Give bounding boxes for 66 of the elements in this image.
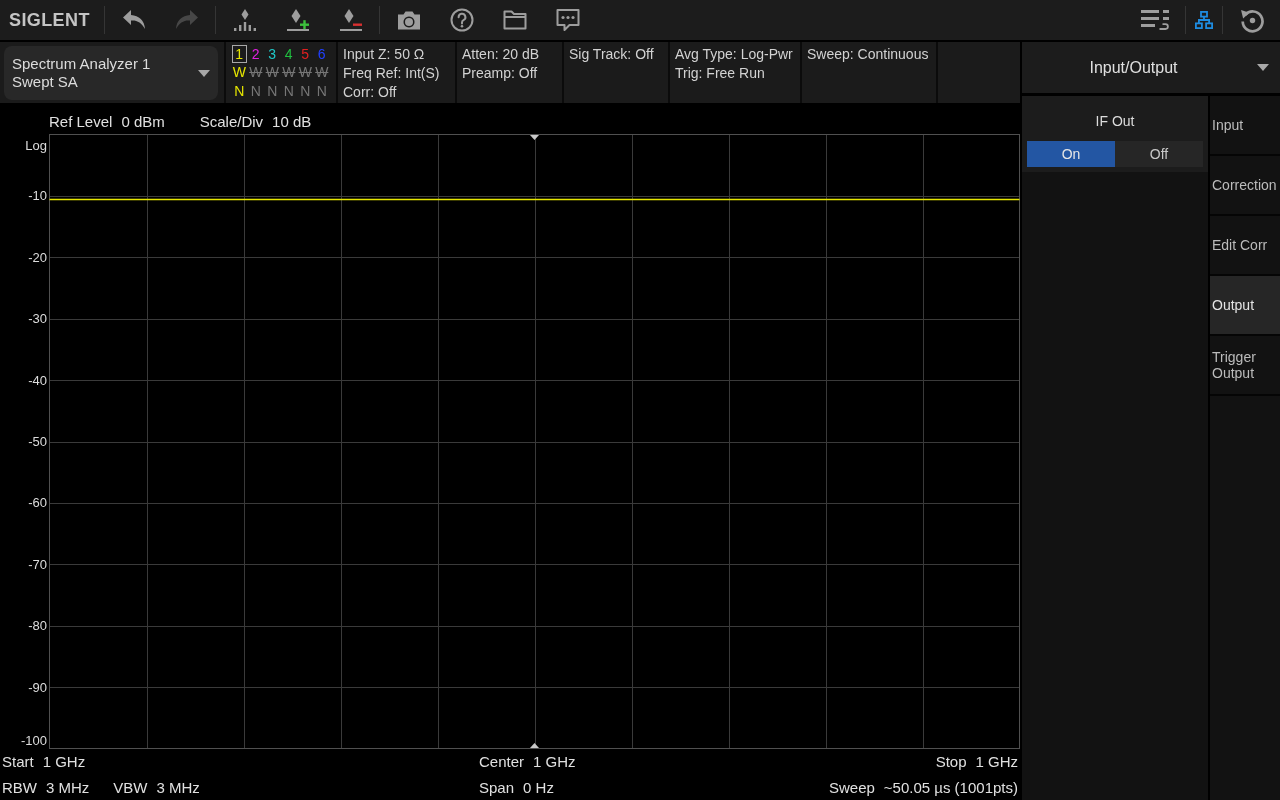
caret-icon xyxy=(198,69,210,77)
trace-number[interactable]: 1 xyxy=(231,44,247,63)
status-text: Avg Type: Log-Pwr xyxy=(675,45,794,64)
readout-value: 0 Hz xyxy=(523,778,554,796)
y-axis-label: -100 xyxy=(20,733,47,748)
menu-dropdown[interactable]: Input/Output xyxy=(1022,42,1280,93)
caret-icon xyxy=(1256,64,1269,71)
readout-label: Stop xyxy=(935,753,967,771)
mode-selector[interactable]: Spectrum Analyzer 1 Swept SA xyxy=(4,46,218,100)
trace-type-label: W xyxy=(232,63,246,82)
readout-value: 10 dB xyxy=(272,113,312,130)
status-text: Sweep: Continuous xyxy=(807,45,930,64)
triangle-marker-icon xyxy=(530,135,539,140)
toggle-option[interactable]: Off xyxy=(1115,141,1203,167)
trace-detector-label: N xyxy=(267,82,278,101)
status-text: Trig: Free Run xyxy=(675,64,766,83)
triangle-marker-icon xyxy=(530,743,539,748)
status-text: Input Z: 50 Ω xyxy=(343,45,426,64)
trace-type-label: W xyxy=(282,63,296,82)
readout-label: Sweep xyxy=(828,778,875,796)
trace-type-label: W xyxy=(298,63,312,82)
y-axis-label: -80 xyxy=(28,618,47,634)
trace-type-label: W xyxy=(249,63,263,82)
trace-detector-label: N xyxy=(234,82,245,101)
readout-value: 3 MHz xyxy=(156,778,200,796)
trace-number[interactable]: 4 xyxy=(281,44,297,63)
readout-label: Start xyxy=(2,753,34,771)
readout-value: 1 GHz xyxy=(533,753,576,771)
trace-type-label: W xyxy=(315,63,329,82)
readout-value: 3 MHz xyxy=(46,778,90,796)
readout-label: Center xyxy=(479,753,525,771)
status-text: Corr: Off xyxy=(343,83,398,102)
y-axis-label: -90 xyxy=(28,679,47,695)
trace-detector-label: N xyxy=(283,82,294,101)
readout-label: Ref Level xyxy=(49,113,113,130)
y-axis-label: -70 xyxy=(28,556,47,572)
readout-label: Scale/Div xyxy=(199,113,264,130)
toggle-option[interactable]: On xyxy=(1027,141,1115,167)
y-axis-label: -10 xyxy=(28,188,47,204)
trace-type-label: W xyxy=(265,63,279,82)
readout-value: 0 dBm xyxy=(121,113,165,130)
readout-label: Span xyxy=(479,778,515,796)
trace-number[interactable]: 2 xyxy=(248,44,264,63)
status-text: Preamp: Off xyxy=(462,64,539,83)
status-text: Atten: 20 dB xyxy=(462,45,541,64)
status-text: Freq Ref: Int(S) xyxy=(343,64,441,83)
y-axis-label: -60 xyxy=(28,495,47,511)
trace-detector-label: N xyxy=(250,82,261,101)
trace-detector-label: N xyxy=(300,82,311,101)
setting-label: IF Out xyxy=(1094,112,1136,131)
status-text: Sig Track: Off xyxy=(569,45,655,64)
readout-value: ~50.05 µs (1001pts) xyxy=(883,778,1018,796)
trace-number[interactable]: 5 xyxy=(297,44,313,63)
trace-detector-label: N xyxy=(316,82,327,101)
scale-type-label: Log xyxy=(25,137,47,153)
y-axis-label: -30 xyxy=(28,311,47,327)
readout-value: 1 GHz xyxy=(975,753,1018,771)
readout-label: VBW xyxy=(113,778,148,796)
menu-tab[interactable]: Output xyxy=(1210,276,1280,336)
y-axis-label: -50 xyxy=(28,434,47,449)
brand-logo: SIGLENT xyxy=(8,9,91,31)
readout-value: 1 GHz xyxy=(42,753,86,771)
y-axis-label: -40 xyxy=(28,372,47,388)
trace-number[interactable]: 3 xyxy=(264,44,280,63)
y-axis-label: -20 xyxy=(28,249,47,265)
readout-label: RBW xyxy=(2,778,37,796)
